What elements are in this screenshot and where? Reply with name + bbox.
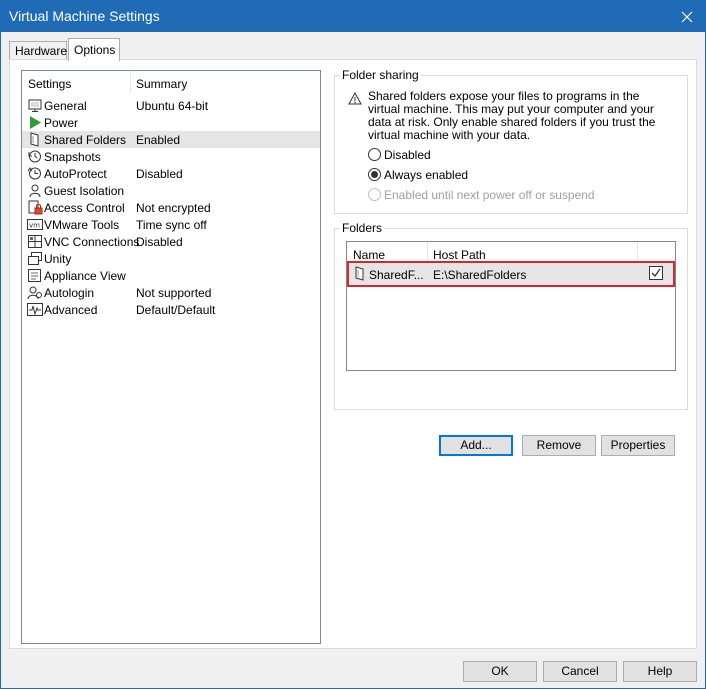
svg-text:vm: vm — [29, 222, 40, 230]
settings-item-summary: Not encrypted — [136, 201, 211, 215]
options-tab-page: Settings Summary General Ubuntu 64-bit P… — [9, 59, 697, 649]
cancel-button[interactable]: Cancel — [543, 661, 617, 682]
settings-item-summary: Time sync off — [136, 218, 207, 232]
settings-item-shared-folders[interactable]: Shared Folders Enabled — [22, 131, 320, 148]
settings-item-label: Shared Folders — [44, 133, 127, 147]
radio-button-circle-checked[interactable] — [368, 168, 381, 181]
settings-item-vmware-tools[interactable]: vm VMware Tools Time sync off — [22, 216, 320, 233]
remove-folder-button[interactable]: Remove — [522, 435, 596, 456]
folder-enabled-checkbox[interactable] — [649, 266, 663, 280]
settings-item-label: Access Control — [44, 201, 125, 215]
autoprotect-clock-icon — [27, 166, 43, 181]
folder-sharing-title: Folder sharing — [340, 68, 421, 82]
radio-button-circle[interactable] — [368, 188, 381, 201]
settings-item-unity[interactable]: Unity — [22, 250, 320, 267]
settings-item-summary: Enabled — [136, 133, 181, 147]
settings-item-label: AutoProtect — [44, 167, 107, 181]
settings-item-vnc-connections[interactable]: VNC Connections Disabled — [22, 233, 320, 250]
folders-table[interactable]: Name Host Path SharedF... E:\SharedFolde… — [346, 241, 676, 371]
settings-item-power[interactable]: Power — [22, 114, 320, 131]
settings-item-label: Advanced — [44, 303, 98, 317]
folder-host-path-cell: E:\SharedFolders — [433, 268, 527, 282]
power-play-icon — [27, 115, 43, 130]
guest-isolation-icon — [27, 183, 43, 198]
settings-item-general[interactable]: General Ubuntu 64-bit — [22, 97, 320, 114]
settings-item-label: Guest Isolation — [44, 184, 125, 198]
vnc-icon — [27, 234, 43, 249]
settings-item-guest-isolation[interactable]: Guest Isolation — [22, 182, 320, 199]
title-bar[interactable]: Virtual Machine Settings — [1, 1, 705, 32]
settings-item-summary: Default/Default — [136, 303, 216, 317]
column-divider[interactable] — [130, 71, 131, 93]
settings-item-snapshots[interactable]: Snapshots — [22, 148, 320, 165]
settings-list[interactable]: Settings Summary General Ubuntu 64-bit P… — [21, 70, 321, 644]
settings-item-autoprotect[interactable]: AutoProtect Disabled — [22, 165, 320, 182]
ok-button[interactable]: OK — [463, 661, 537, 682]
shared-folder-icon — [354, 266, 366, 281]
folder-sharing-group: Folder sharing Shared folders expose you… — [334, 68, 688, 214]
settings-item-label: VMware Tools — [44, 218, 120, 232]
settings-item-appliance-view[interactable]: Appliance View — [22, 267, 320, 284]
add-folder-button[interactable]: Add... — [439, 435, 513, 456]
tab-hardware-label: Hardware — [15, 44, 68, 58]
column-header-settings[interactable]: Settings — [28, 77, 71, 91]
settings-item-access-control[interactable]: Access Control Not encrypted — [22, 199, 320, 216]
folders-title: Folders — [340, 221, 385, 235]
shared-folders-warning-text: Shared folders expose your files to prog… — [368, 89, 656, 142]
settings-item-summary: Disabled — [136, 167, 183, 181]
column-divider[interactable] — [427, 242, 428, 262]
radio-button-circle[interactable] — [368, 148, 381, 161]
vm-settings-window: Virtual Machine Settings Hardware Option… — [0, 0, 706, 689]
warning-icon — [348, 91, 362, 105]
column-header-host-path[interactable]: Host Path — [433, 248, 486, 262]
column-header-summary[interactable]: Summary — [136, 77, 187, 91]
column-divider[interactable] — [637, 242, 638, 262]
lock-icon — [27, 200, 43, 215]
unity-icon — [27, 251, 43, 266]
settings-item-autologin[interactable]: Autologin Not supported — [22, 284, 320, 301]
settings-item-label: Snapshots — [44, 150, 101, 164]
snapshot-icon — [27, 149, 43, 164]
table-row[interactable]: SharedF... E:\SharedFolders — [347, 261, 675, 287]
settings-item-summary: Ubuntu 64-bit — [136, 99, 209, 113]
folder-properties-button[interactable]: Properties — [601, 435, 675, 456]
radio-label: Enabled until next power off or suspend — [384, 188, 595, 202]
folder-name-cell: SharedF... — [369, 268, 424, 282]
tab-options-label: Options — [74, 43, 116, 57]
settings-item-label: Power — [44, 116, 79, 130]
radio-selected-dot — [371, 171, 378, 178]
tab-hardware[interactable]: Hardware — [9, 41, 67, 61]
window-title: Virtual Machine Settings — [9, 8, 160, 24]
settings-item-label: General — [44, 99, 87, 113]
settings-item-summary: Disabled — [136, 235, 183, 249]
settings-list-header: Settings Summary — [22, 71, 320, 93]
autologin-icon — [27, 285, 43, 300]
vmware-tools-icon: vm — [27, 217, 43, 232]
help-button[interactable]: Help — [623, 661, 697, 682]
settings-item-advanced[interactable]: Advanced Default/Default — [22, 301, 320, 318]
column-header-name[interactable]: Name — [353, 248, 385, 262]
close-icon[interactable] — [669, 1, 705, 32]
monitor-icon — [27, 98, 43, 113]
advanced-waveform-icon — [27, 302, 43, 317]
checkmark-icon — [651, 268, 661, 278]
settings-item-label: Appliance View — [44, 269, 126, 283]
radio-label: Always enabled — [384, 168, 469, 182]
tab-options[interactable]: Options — [68, 38, 120, 61]
folders-group: Folders Name Host Path SharedF... E:\Sha… — [334, 221, 688, 456]
settings-item-label: Autologin — [44, 286, 95, 300]
settings-item-label: VNC Connections — [44, 235, 140, 249]
settings-item-summary: Not supported — [136, 286, 212, 300]
settings-item-label: Unity — [44, 252, 72, 266]
folders-table-header: Name Host Path — [347, 242, 675, 262]
appliance-view-icon — [27, 268, 43, 283]
shared-folder-icon — [27, 132, 43, 147]
radio-label: Disabled — [384, 148, 431, 162]
